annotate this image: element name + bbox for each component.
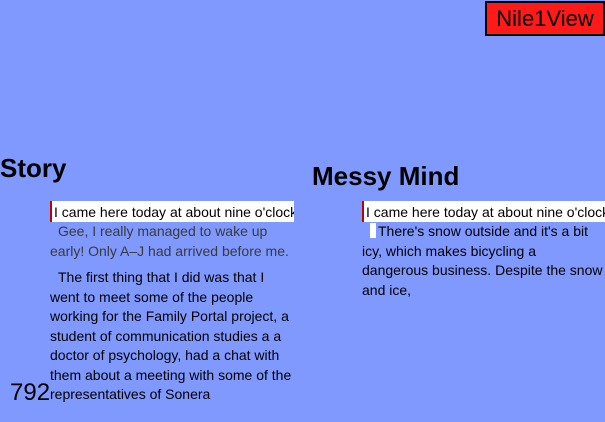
story-paragraph: The first thing that I did was that I we…: [50, 269, 292, 402]
story-column: Gee, I really managed to wake up early! …: [50, 201, 294, 405]
messy-mind-paragraph-text: There's snow outside and it's a bit icy,…: [362, 223, 603, 298]
messy-mind-title: Messy Mind: [312, 161, 460, 191]
view-toggle-button[interactable]: Nile1View: [485, 1, 605, 36]
messy-mind-column: There's snow outside and it's a bit icy,…: [362, 201, 605, 300]
messy-mind-entry-input[interactable]: [362, 201, 605, 222]
story-paragraph: Gee, I really managed to wake up early! …: [50, 223, 289, 259]
story-title: Story: [0, 153, 67, 183]
story-entry-input[interactable]: [50, 201, 294, 222]
messy-mind-paragraph: There's snow outside and it's a bit icy,…: [362, 222, 605, 300]
page-number: 792: [10, 379, 51, 406]
text-cursor-block: [370, 223, 376, 238]
